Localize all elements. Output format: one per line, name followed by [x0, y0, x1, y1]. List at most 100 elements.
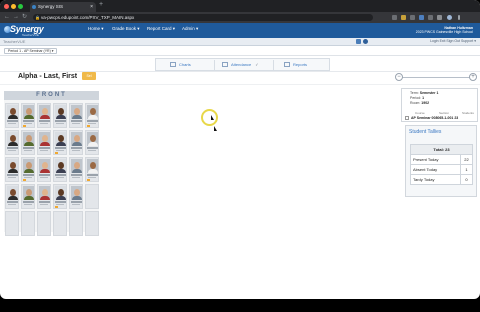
menu-admin[interactable]: Admin ▾ [182, 26, 198, 32]
empty-seat[interactable] [53, 211, 67, 236]
extension-icon[interactable] [401, 15, 406, 20]
student-name-bar [87, 120, 98, 122]
student-photo [55, 105, 66, 119]
student-seat[interactable] [53, 130, 67, 155]
student-name-bar [72, 204, 80, 205]
tally-value: 1 [460, 164, 473, 175]
menu-report-card[interactable]: Report Card ▾ [147, 26, 175, 32]
new-tab-button[interactable]: + [99, 1, 103, 8]
student-seat[interactable] [21, 130, 35, 155]
status-marker [87, 125, 90, 127]
student-seat[interactable] [69, 157, 83, 182]
close-window-icon[interactable] [4, 4, 9, 9]
student-seat[interactable] [69, 103, 83, 128]
empty-seat[interactable] [85, 184, 99, 209]
student-seat[interactable] [5, 130, 19, 155]
tab-charts[interactable]: Charts [170, 59, 191, 71]
status-marker [55, 152, 58, 154]
student-seat[interactable] [5, 157, 19, 182]
extension-icon[interactable] [437, 15, 442, 20]
extension-icon[interactable] [419, 15, 424, 20]
student-seat[interactable] [37, 103, 51, 128]
empty-seat[interactable] [37, 211, 51, 236]
period-select[interactable]: Period 1 - AP Seminar (YR) ▾ [4, 48, 58, 54]
select-button[interactable]: Sel [82, 72, 96, 80]
student-name-bar [40, 150, 48, 151]
student-name-bar [71, 201, 82, 203]
student-photo [23, 105, 34, 119]
menu-grade-book[interactable]: Grade Book ▾ [112, 26, 140, 32]
header-links[interactable]: Login Exit Sign Out Support ▾ [430, 39, 476, 43]
tab-reports-label: Reports [293, 62, 308, 67]
student-seat[interactable] [5, 184, 19, 209]
course-checkbox[interactable] [405, 116, 409, 121]
student-seat[interactable] [69, 184, 83, 209]
user-school: 2023 PWCS Gainesville High School [415, 30, 473, 34]
back-icon[interactable]: ← [4, 12, 10, 23]
student-name-bar [71, 147, 82, 149]
browser-window: Synergy SIS × + ← → ↻ 🔒 va-pwcps.edupoin… [0, 0, 480, 299]
tally-label: Absent Today [410, 164, 461, 175]
url-input[interactable]: 🔒 va-pwcps.edupoint.com/PXV_TXP_MAIN.asp… [33, 14, 373, 21]
grid-icon[interactable] [356, 39, 361, 44]
student-seat[interactable] [85, 130, 99, 155]
table-row: Absent Today 1 [410, 164, 473, 175]
empty-seat[interactable] [69, 211, 83, 236]
status-marker [55, 206, 58, 208]
tab-close-icon[interactable]: × [90, 2, 93, 12]
student-name-bar [87, 147, 98, 149]
forward-icon[interactable]: → [13, 12, 19, 23]
app-logo-subtitle: TeacherVUE [22, 33, 39, 37]
zoom-slider[interactable]: − + [395, 73, 477, 81]
empty-seat[interactable] [5, 211, 19, 236]
student-name-bar [39, 147, 50, 149]
student-photo [87, 159, 98, 173]
room-value: 1902 [421, 101, 430, 105]
student-name-bar [7, 147, 18, 149]
student-photo [55, 186, 66, 200]
extension-icon[interactable] [392, 15, 397, 20]
reload-icon[interactable]: ↻ [22, 12, 27, 23]
student-seat[interactable] [85, 103, 99, 128]
user-info: Nathan Hultzman 2023 PWCS Gainesville Hi… [416, 26, 473, 34]
profile-avatar[interactable] [447, 15, 452, 20]
student-photo [71, 105, 82, 119]
main-tabs: Charts Attendance ✓ Reports [155, 58, 330, 71]
student-seat[interactable] [21, 157, 35, 182]
student-seat[interactable] [5, 103, 19, 128]
extension-icon[interactable] [428, 15, 433, 20]
empty-seat[interactable] [21, 211, 35, 236]
attendance-grid-icon [222, 62, 228, 68]
student-photo [71, 132, 82, 146]
menu-home[interactable]: Home ▾ [88, 26, 104, 32]
student-seat[interactable] [37, 184, 51, 209]
student-name-bar [39, 120, 50, 122]
student-seat[interactable] [85, 157, 99, 182]
maximize-window-icon[interactable] [18, 4, 23, 9]
student-seat[interactable] [53, 184, 67, 209]
student-seat[interactable] [21, 103, 35, 128]
zoom-out-icon[interactable]: − [395, 73, 403, 81]
student-seat[interactable] [53, 157, 67, 182]
zoom-in-icon[interactable]: + [469, 73, 477, 81]
tab-reports[interactable]: Reports [284, 59, 307, 71]
student-seat[interactable] [69, 130, 83, 155]
status-marker [23, 125, 26, 127]
zoom-track[interactable] [401, 77, 471, 78]
student-seat[interactable] [37, 130, 51, 155]
student-photo [23, 159, 34, 173]
tab-attendance[interactable]: Attendance ✓ [222, 59, 259, 71]
course-row[interactable]: AP Seminar 008065-1-001 23 [405, 115, 477, 121]
empty-seat[interactable] [85, 211, 99, 236]
student-name-bar [55, 120, 66, 122]
browser-tab[interactable]: Synergy SIS × [30, 2, 96, 12]
help-icon[interactable] [363, 39, 368, 44]
student-name-bar [87, 174, 98, 176]
student-seat[interactable] [53, 103, 67, 128]
student-seat[interactable] [21, 184, 35, 209]
student-seat[interactable] [37, 157, 51, 182]
browser-menu-icon[interactable] [458, 15, 460, 20]
extension-icon[interactable] [410, 15, 415, 20]
minimize-window-icon[interactable] [11, 4, 16, 9]
student-photo [7, 105, 18, 119]
